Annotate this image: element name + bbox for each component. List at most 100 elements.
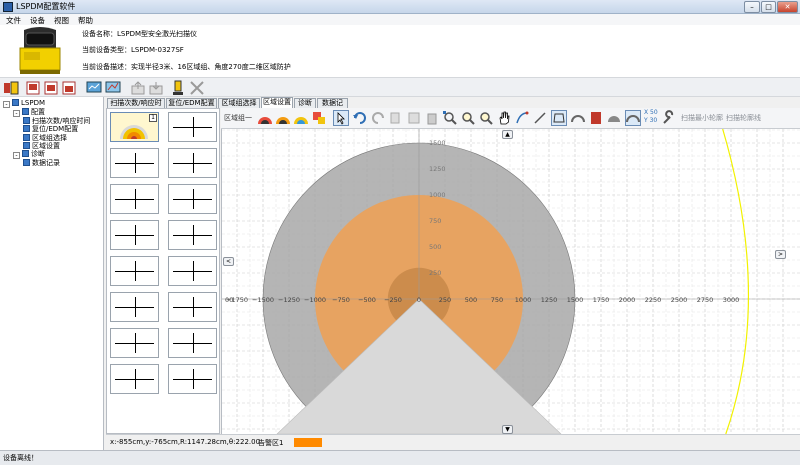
zone-group-thumbnail[interactable]	[168, 256, 217, 286]
device-info-panel: 设备名称：LSPDM型安全激光扫描仪 当前设备类型：LSPDM-0327SF 当…	[0, 25, 800, 77]
redo-icon[interactable]	[370, 110, 386, 126]
draw-curve-icon[interactable]	[514, 110, 530, 126]
y-tick-label: 1250	[429, 165, 446, 173]
monitor-icon[interactable]	[86, 80, 102, 96]
x-tick-label: −500	[358, 296, 376, 304]
paste-icon[interactable]	[406, 110, 422, 126]
zone-edit-icon[interactable]	[311, 110, 327, 126]
download-config-icon[interactable]	[43, 80, 59, 96]
tree-expander[interactable]: -	[3, 101, 10, 108]
plot-status-row: x:-855cm,y:-765cm,R:1147.28cm,θ:222.00 告…	[106, 434, 800, 450]
zone-protect-icon[interactable]	[275, 110, 291, 126]
x-tick-label: 750	[491, 296, 503, 304]
zone-group-thumbnail[interactable]	[110, 292, 159, 322]
zone-group-thumbnail[interactable]	[110, 328, 159, 358]
y-tick-label: 1000	[429, 191, 446, 199]
draw-polygon-icon[interactable]	[551, 110, 567, 126]
scan-contour-arc	[722, 129, 750, 434]
y-tick-label: 250	[429, 269, 441, 277]
select-pointer-icon[interactable]	[333, 110, 349, 126]
zone-group-thumbnail[interactable]	[168, 112, 217, 142]
tab-2[interactable]: 区域组选择	[218, 98, 260, 108]
zone-group-thumbnail[interactable]	[110, 184, 159, 214]
zone-group-thumbnail[interactable]	[168, 292, 217, 322]
warning-zone-label: 告警区1	[258, 439, 284, 447]
connect-icon[interactable]	[3, 80, 19, 96]
tab-4[interactable]: 诊断	[294, 98, 316, 108]
zone-group-thumbnail[interactable]	[110, 148, 159, 178]
coord-step-y: Y 30	[644, 117, 658, 124]
zone-group-thumbnail[interactable]: 1	[110, 112, 159, 142]
disconnect-icon[interactable]	[189, 80, 205, 96]
zone-group-thumbnail[interactable]	[168, 364, 217, 394]
tab-5[interactable]: 数据记录	[317, 98, 348, 116]
zone-group-thumbnail[interactable]	[168, 184, 217, 214]
scanner-device-icon	[19, 27, 61, 74]
tree-node-icon	[23, 125, 30, 133]
zone-group-thumbnail[interactable]	[168, 148, 217, 178]
zone-plot-svg[interactable]: −1750 −1500 −1250 −1000 −750 −500 −250 0 250 500 7…	[222, 129, 800, 434]
zone-toolbar: 区域组一 X 50 Y 30 扫描最小轮廓 扫描轮廓线	[221, 108, 800, 129]
stop-icon[interactable]	[588, 110, 604, 126]
tree-item[interactable]: 数据记录	[23, 158, 60, 168]
minimize-button[interactable]: –	[744, 1, 760, 13]
zoom-out-icon[interactable]	[478, 110, 494, 126]
arc-fill-icon[interactable]	[606, 110, 622, 126]
fit-view-icon[interactable]	[442, 110, 458, 126]
tree-node-icon	[12, 99, 19, 106]
zoom-in-icon[interactable]	[460, 110, 476, 126]
save-icon[interactable]	[61, 80, 77, 96]
zone-blue-icon[interactable]	[293, 110, 309, 126]
maximize-button[interactable]: □	[761, 1, 776, 13]
copy-icon[interactable]	[388, 110, 404, 126]
delete-icon[interactable]	[424, 110, 440, 126]
tree-item-label: 数据记录	[32, 158, 60, 167]
zone-group-thumbnail[interactable]	[168, 220, 217, 250]
zone-plot-canvas[interactable]: −1750 −1500 −1250 −1000 −750 −500 −250 0 250 500 7…	[221, 129, 800, 434]
x-tick-label: 2500	[671, 296, 688, 304]
upload-config-icon[interactable]	[25, 80, 41, 96]
scroll-left-button[interactable]: <	[223, 257, 234, 266]
zone-warning-icon[interactable]	[257, 110, 273, 126]
scroll-down-button[interactable]: ▼	[502, 425, 513, 434]
coord-step-x: X 50	[644, 109, 658, 116]
scan-min-contour-toggle[interactable]: 扫描最小轮廓	[681, 113, 723, 123]
device-type: 当前设备类型：LSPDM-0327SF	[82, 46, 184, 54]
scroll-right-button[interactable]: >	[775, 250, 786, 259]
tab-strip: 扫描次数/响应时间复位/EDM配置区域组选择区域设置诊断数据记录	[106, 97, 800, 116]
device-status: 设备离线！	[3, 454, 38, 462]
scan-contour-line-toggle[interactable]: 扫描轮廓线	[726, 113, 761, 123]
draw-line-icon[interactable]	[532, 110, 548, 126]
tree-node-icon	[22, 108, 29, 116]
tree-node-icon	[22, 150, 29, 158]
undo-icon[interactable]	[352, 110, 368, 126]
x-tick-label: −750	[332, 296, 350, 304]
tree-node-icon	[23, 158, 30, 166]
x-tick-label: 2000	[619, 296, 636, 304]
title-bar: LSPDM配置软件 – □ ✕	[0, 0, 800, 14]
zone-arc-icon[interactable]	[570, 110, 586, 126]
wrench-icon[interactable]	[661, 110, 677, 126]
zone-group-thumbnail[interactable]	[110, 256, 159, 286]
tab-1[interactable]: 复位/EDM配置	[166, 98, 217, 108]
tree-expander[interactable]: -	[13, 110, 20, 118]
close-button[interactable]: ✕	[777, 1, 798, 13]
zone-group-thumbnail[interactable]	[168, 328, 217, 358]
zone-group-thumbnail[interactable]	[110, 220, 159, 250]
chart-icon[interactable]	[105, 80, 121, 96]
zone-group-thumbnail[interactable]	[110, 364, 159, 394]
tab-0[interactable]: 扫描次数/响应时间	[107, 98, 165, 116]
contour-icon[interactable]	[625, 110, 641, 126]
x-tick-label: 2250	[645, 296, 662, 304]
x-tick-label: 1500	[567, 296, 584, 304]
x-tick-label: 2750	[697, 296, 714, 304]
export-icon[interactable]	[148, 80, 164, 96]
light-icon[interactable]	[170, 80, 186, 96]
scroll-up-button[interactable]: ▲	[502, 130, 513, 139]
tree-expander[interactable]: -	[13, 152, 20, 160]
warning-zone-swatch	[294, 438, 322, 447]
tab-3[interactable]: 区域设置	[261, 97, 293, 108]
pan-hand-icon[interactable]	[496, 110, 512, 126]
window-title: LSPDM配置软件	[16, 2, 76, 11]
import-icon[interactable]	[130, 80, 146, 96]
